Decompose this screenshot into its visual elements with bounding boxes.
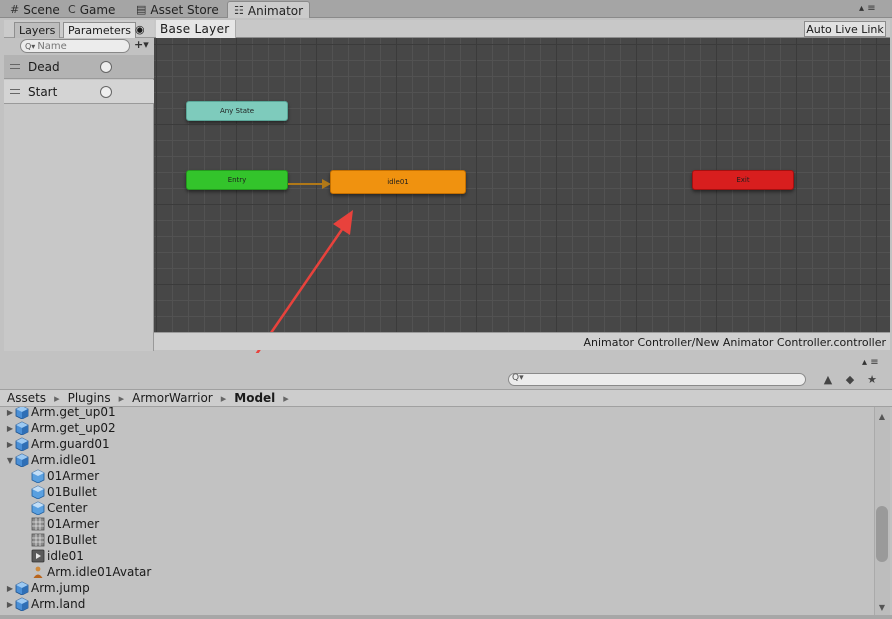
- breadcrumb-separator-icon: ▸: [220, 391, 227, 405]
- search-icon: Q▾: [512, 373, 524, 383]
- scroll-up-button[interactable]: ▲: [874, 409, 890, 423]
- mesh-object-icon: [31, 485, 45, 500]
- tree-row[interactable]: ▶ Arm.get_up01: [0, 407, 874, 420]
- breadcrumb-assets[interactable]: Assets: [7, 391, 46, 405]
- expand-arrow-icon[interactable]: ▶: [5, 584, 15, 593]
- tree-row-label: Arm.guard01: [31, 437, 110, 451]
- breadcrumb-separator-icon: ▸: [54, 391, 60, 405]
- model-icon: [15, 421, 29, 436]
- tree-row-label: Arm.idle01Avatar: [47, 565, 152, 579]
- tree-row[interactable]: Arm.idle01Avatar: [0, 564, 874, 580]
- expand-arrow-icon[interactable]: ▶: [5, 424, 15, 433]
- favorite-icon[interactable]: ★: [862, 371, 882, 387]
- tree-row[interactable]: ▶ Arm.jump: [0, 580, 874, 596]
- controller-path: Animator Controller/New Animator Control…: [583, 336, 886, 349]
- tree-row-label: 01Armer: [47, 517, 100, 531]
- model-icon: [15, 407, 29, 420]
- project-search-input[interactable]: Q▾: [508, 373, 806, 386]
- panel-bottom-edge: [0, 615, 892, 619]
- tree-row[interactable]: idle01: [0, 548, 874, 564]
- model-icon: [15, 437, 29, 452]
- scrollbar-thumb[interactable]: [876, 506, 888, 562]
- tree-row-label: Arm.land: [31, 597, 86, 611]
- mesh-grid-icon: [31, 517, 45, 531]
- entry-transition-arrow: [288, 179, 331, 189]
- tree-row[interactable]: ▼ Arm.idle01: [0, 452, 874, 468]
- tree-row-label: Arm.jump: [31, 581, 90, 595]
- tree-row[interactable]: 01Bullet: [0, 532, 874, 548]
- avatar-icon: [31, 565, 45, 579]
- tree-row-label: Arm.idle01: [31, 453, 97, 467]
- breadcrumb-separator-icon: ▸: [283, 391, 289, 405]
- tree-row-label: Center: [47, 501, 88, 515]
- breadcrumb-armorwarrior[interactable]: ArmorWarrior: [132, 391, 213, 405]
- mesh-grid-icon: [31, 533, 45, 547]
- tree-row-label: 01Bullet: [47, 533, 97, 547]
- mesh-object-icon: [31, 501, 45, 516]
- project-window-controls[interactable]: ▴ ≡: [862, 357, 879, 368]
- tree-row[interactable]: 01Armer: [0, 516, 874, 532]
- breadcrumb-plugins[interactable]: Plugins: [68, 391, 111, 405]
- animation-clip-icon: [31, 549, 45, 563]
- model-icon: [15, 453, 29, 468]
- expand-arrow-icon[interactable]: ▶: [5, 440, 15, 449]
- tree-row[interactable]: ▶ Arm.get_up02: [0, 420, 874, 436]
- project-breadcrumb: Assets ▸ Plugins ▸ ArmorWarrior ▸ Model …: [0, 389, 892, 407]
- tree-row[interactable]: ▶ Arm.guard01: [0, 436, 874, 452]
- expand-arrow-icon[interactable]: ▼: [5, 456, 15, 465]
- project-asset-tree[interactable]: ▶ Arm.get_up01 ▶ Arm.get_up02 ▶ Arm.guard01 ▼ A…: [0, 407, 874, 615]
- tree-row[interactable]: 01Bullet: [0, 484, 874, 500]
- label-icon[interactable]: ◆: [840, 371, 860, 387]
- breadcrumb-model[interactable]: Model: [234, 391, 275, 405]
- tree-row[interactable]: Center: [0, 500, 874, 516]
- filter-icon[interactable]: ▲: [818, 371, 838, 387]
- tree-row[interactable]: ▶ Arm.land: [0, 596, 874, 612]
- tree-row-label: Arm.get_up02: [31, 421, 116, 435]
- expand-arrow-icon[interactable]: ▶: [5, 408, 15, 417]
- tree-row-label: Arm.get_up01: [31, 407, 116, 419]
- model-icon: [15, 581, 29, 596]
- tree-row-label: 01Armer: [47, 469, 100, 483]
- breadcrumb-separator-icon: ▸: [118, 391, 125, 405]
- scroll-down-button[interactable]: ▼: [874, 600, 890, 614]
- tree-row-label: 01Bullet: [47, 485, 97, 499]
- tree-row[interactable]: 01Armer: [0, 468, 874, 484]
- tree-row-label: idle01: [47, 549, 84, 563]
- mesh-object-icon: [31, 469, 45, 484]
- model-icon: [15, 597, 29, 612]
- expand-arrow-icon[interactable]: ▶: [5, 600, 15, 609]
